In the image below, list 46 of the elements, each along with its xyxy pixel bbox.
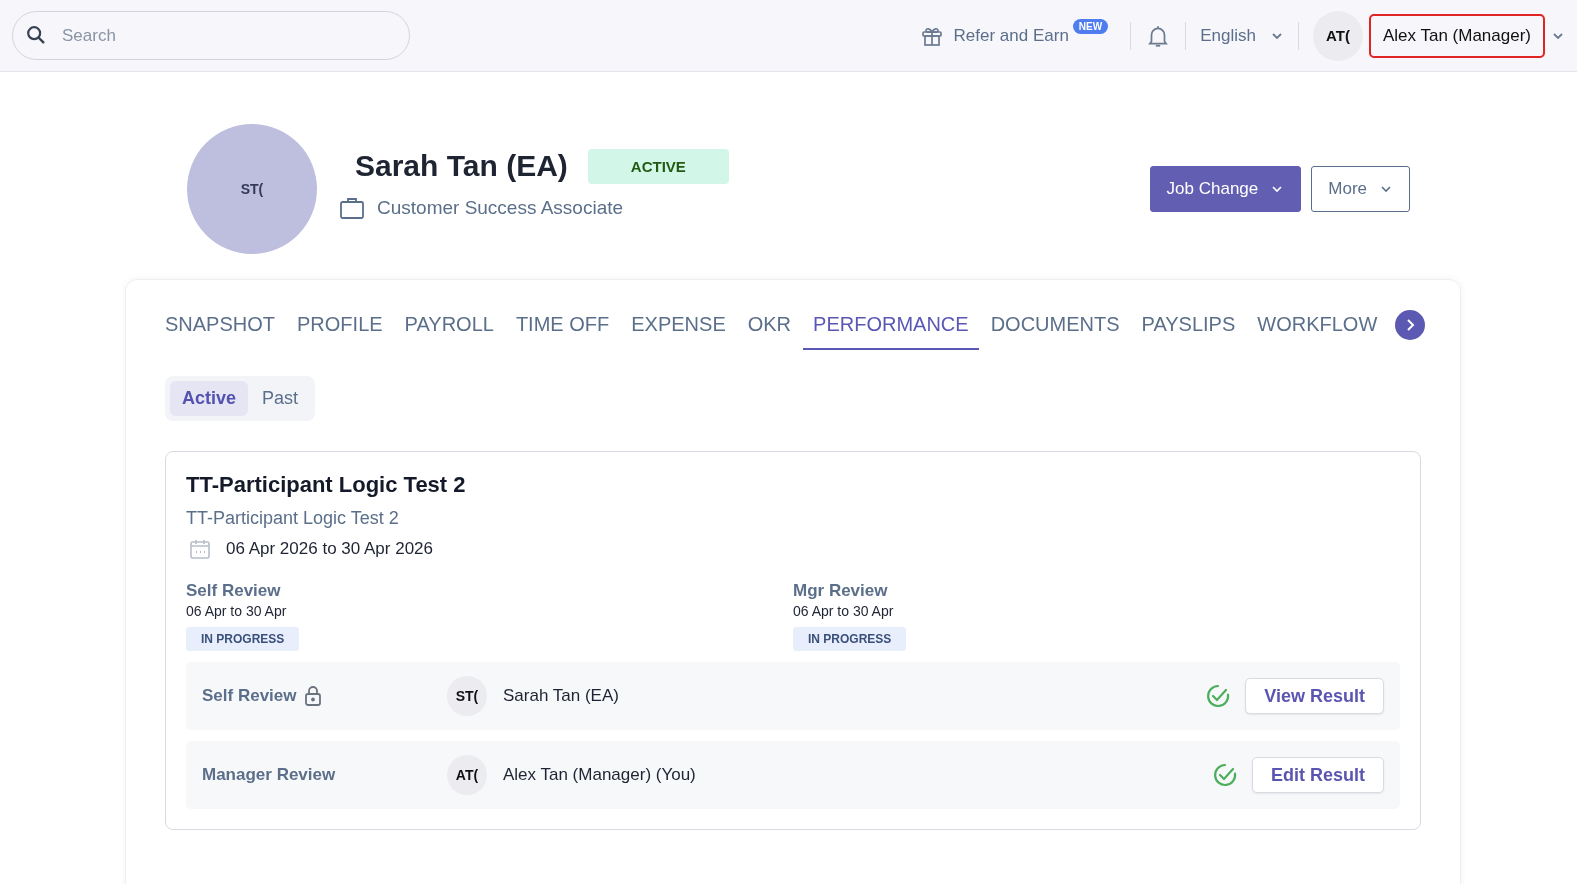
stage-dates: 06 Apr to 30 Apr bbox=[186, 603, 287, 619]
tab[interactable]: DOCUMENTS bbox=[980, 300, 1130, 350]
review-subtitle: TT-Participant Logic Test 2 bbox=[186, 508, 400, 529]
job-change-button[interactable]: Job Change bbox=[1149, 166, 1302, 212]
reviewer-name: Sarah Tan (EA) bbox=[503, 686, 619, 706]
calendar-icon bbox=[188, 537, 212, 561]
tab[interactable]: PAYSLIPS bbox=[1131, 300, 1246, 350]
employee-name: Sarah Tan (EA) bbox=[355, 149, 568, 183]
search-field[interactable]: Search bbox=[12, 11, 410, 60]
reviewer-avatar: ST( bbox=[447, 676, 487, 716]
edit-result-button[interactable]: Edit Result bbox=[1252, 757, 1384, 793]
status-badge: ACTIVE bbox=[587, 148, 729, 184]
status-badge: IN PROGRESS bbox=[186, 627, 300, 651]
filter-toggle[interactable]: Past bbox=[250, 381, 311, 416]
tab[interactable]: SNAPSHOT bbox=[165, 300, 286, 350]
tab[interactable]: OKR bbox=[737, 300, 802, 350]
filter-toggle[interactable]: Active bbox=[170, 381, 249, 416]
tab[interactable]: EXPENSE bbox=[621, 300, 736, 350]
review-type: Self Review bbox=[202, 686, 297, 706]
reviewer-avatar: AT( bbox=[447, 755, 487, 795]
new-badge: NEW bbox=[1072, 19, 1109, 34]
review-period: 06 Apr 2026 to 30 Apr 2026 bbox=[226, 539, 433, 559]
review-type: Manager Review bbox=[202, 765, 336, 785]
view-result-button[interactable]: View Result bbox=[1245, 678, 1384, 714]
tab[interactable]: PROFILE bbox=[287, 300, 393, 350]
language-dropdown[interactable]: English bbox=[1198, 25, 1286, 46]
stage-name: Mgr Review bbox=[793, 581, 888, 601]
tab[interactable]: TIME OFF bbox=[505, 300, 620, 350]
stage-dates: 06 Apr to 30 Apr bbox=[793, 603, 894, 619]
briefcase-icon bbox=[339, 195, 365, 220]
more-button[interactable]: More bbox=[1311, 166, 1410, 212]
refer-link[interactable]: Refer and Earn bbox=[919, 23, 1069, 48]
user-menu-button[interactable]: Alex Tan (Manager) bbox=[1368, 13, 1545, 58]
status-badge: IN PROGRESS bbox=[793, 627, 907, 651]
tab[interactable]: PERFORMANCE bbox=[803, 300, 979, 350]
tab[interactable]: PAYROLL bbox=[394, 300, 504, 350]
review-title: TT-Participant Logic Test 2 bbox=[186, 472, 467, 498]
stage-name: Self Review bbox=[186, 581, 281, 601]
profile-avatar[interactable]: ST( bbox=[187, 124, 317, 254]
refer-label: Refer and Earn bbox=[953, 25, 1069, 46]
reviewer-name: Alex Tan (Manager) (You) bbox=[503, 765, 696, 785]
user-avatar[interactable]: AT( bbox=[1312, 10, 1363, 61]
tab[interactable]: WORKFLOW bbox=[1247, 300, 1388, 350]
search-icon bbox=[25, 24, 47, 46]
job-title: Customer Success Associate bbox=[377, 196, 624, 219]
next-arrow-button[interactable] bbox=[1395, 310, 1425, 340]
